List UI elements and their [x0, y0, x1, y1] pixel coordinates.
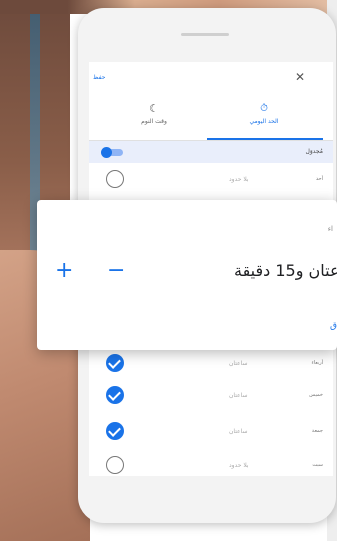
schedule-row[interactable]: مُجدوَل [89, 141, 333, 163]
top-bar: حفظ ✕ [89, 62, 333, 96]
timer-icon: ⏱ [260, 103, 268, 114]
day-row-friday[interactable]: ساعتان جمعة [89, 418, 333, 444]
day-value: ساعتان [229, 360, 248, 367]
close-icon[interactable]: ✕ [295, 70, 305, 84]
tab-bedtime-label: وقت النوم [141, 118, 167, 125]
day-name: جمعة [311, 428, 323, 434]
schedule-label: مُجدوَل [305, 148, 324, 155]
increase-button[interactable]: + [55, 260, 73, 282]
day-name: أحد [315, 176, 323, 182]
schedule-toggle-knob[interactable] [101, 147, 112, 158]
day-value: ساعتان [229, 392, 248, 399]
day-value: بلا حدود [229, 176, 249, 183]
tab-daily-limit[interactable]: ⏱ الحد اليومي [209, 96, 319, 140]
tab-daily-limit-label: الحد اليومي [249, 118, 279, 125]
tab-bedtime[interactable]: ☾ وقت النوم [99, 96, 209, 140]
day-value: بلا حدود [229, 462, 249, 469]
moon-icon: ☾ [149, 102, 159, 115]
day-checkbox[interactable] [106, 170, 124, 188]
day-name: أربعاء [311, 360, 323, 366]
duration-dialog: اء + − عتان و15 دقيقة ق [37, 200, 337, 350]
day-checkbox[interactable] [106, 386, 124, 404]
day-row-wednesday[interactable]: ساعتان أربعاء [89, 350, 333, 376]
day-name: خميس [309, 392, 323, 398]
day-name: سبت [312, 462, 323, 468]
dialog-action-link[interactable]: ق [330, 321, 337, 331]
day-value: ساعتان [229, 428, 248, 435]
day-checkbox[interactable] [106, 354, 124, 372]
phone-speaker [181, 33, 229, 36]
save-button[interactable]: حفظ [93, 74, 105, 81]
decrease-button[interactable]: − [107, 260, 125, 282]
day-row-thursday[interactable]: ساعتان خميس [89, 382, 333, 408]
day-row-sunday[interactable]: بلا حدود أحد [89, 166, 333, 192]
day-checkbox[interactable] [106, 456, 124, 474]
duration-value: عتان و15 دقيقة [234, 261, 337, 280]
day-row-saturday[interactable]: بلا حدود سبت [89, 452, 333, 476]
day-checkbox[interactable] [106, 422, 124, 440]
dialog-title: اء [327, 225, 333, 233]
